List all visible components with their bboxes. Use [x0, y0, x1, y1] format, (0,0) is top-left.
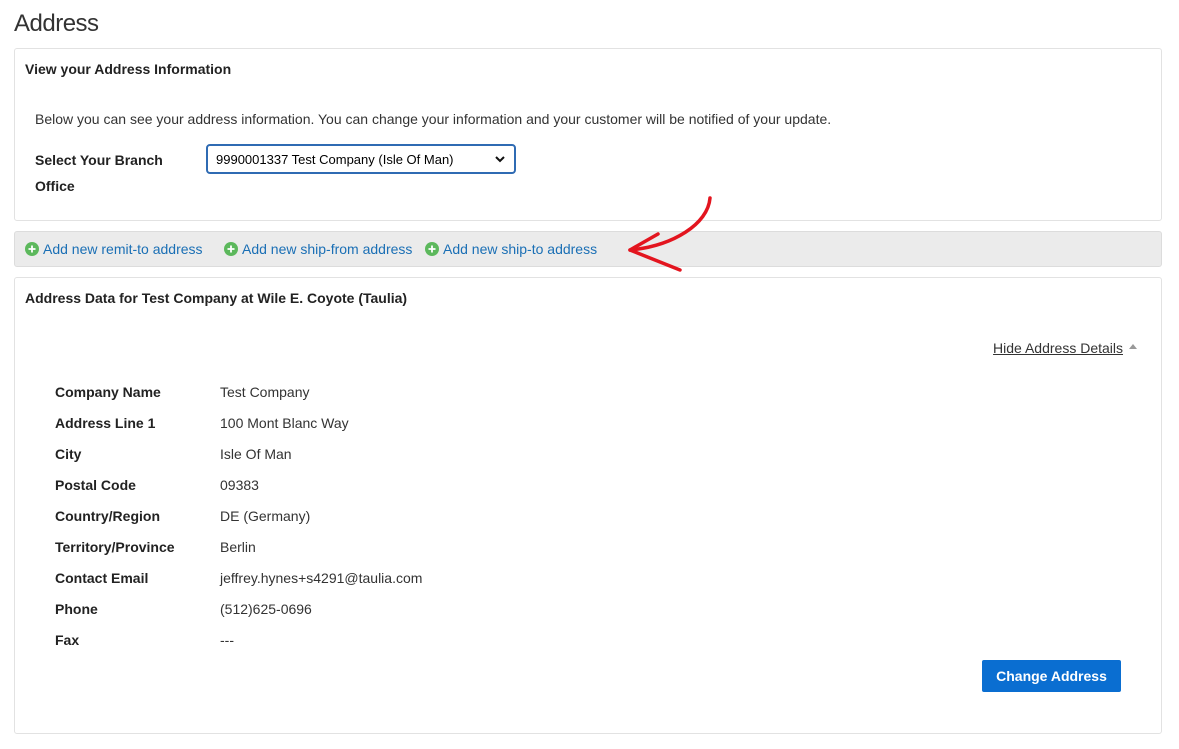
address-actions-bar: Add new remit-to address Add new ship-fr… — [14, 231, 1162, 267]
detail-label: Phone — [55, 601, 98, 617]
detail-row-postal-code: Postal Code 09383 — [55, 477, 422, 508]
branch-office-label: Select Your Branch Office — [35, 152, 163, 194]
detail-label: Company Name — [55, 384, 161, 400]
detail-row-address-line-1: Address Line 1 100 Mont Blanc Way — [55, 415, 422, 446]
detail-value: --- — [220, 632, 234, 648]
detail-value: Berlin — [220, 539, 256, 555]
branch-office-selected-value: 9990001337 Test Company (Isle Of Man) — [216, 151, 454, 167]
detail-row-contact-email: Contact Email jeffrey.hynes+s4291@taulia… — [55, 570, 422, 601]
detail-label: Postal Code — [55, 477, 136, 493]
change-address-button[interactable]: Change Address — [982, 660, 1121, 692]
detail-value: DE (Germany) — [220, 508, 311, 524]
add-remit-to-address-label: Add new remit-to address — [43, 241, 203, 257]
detail-row-territory-province: Territory/Province Berlin — [55, 539, 422, 570]
add-remit-to-address-link[interactable]: Add new remit-to address — [25, 241, 203, 257]
address-data-panel: Address Data for Test Company at Wile E.… — [14, 277, 1162, 734]
detail-label: Fax — [55, 632, 80, 648]
hide-address-details-label: Hide Address Details — [993, 340, 1123, 356]
chevron-down-icon — [495, 156, 505, 163]
detail-value: jeffrey.hynes+s4291@taulia.com — [220, 570, 423, 586]
add-ship-to-address-link[interactable]: Add new ship-to address — [425, 241, 597, 257]
plus-circle-icon — [425, 242, 439, 256]
detail-value: 09383 — [220, 477, 259, 493]
detail-row-city: City Isle Of Man — [55, 446, 422, 477]
detail-label: Territory/Province — [55, 539, 175, 555]
caret-up-icon — [1129, 343, 1137, 349]
detail-row-fax: Fax --- — [55, 632, 422, 663]
address-details-list: Company Name Test Company Address Line 1… — [55, 384, 422, 663]
branch-office-select[interactable]: 9990001337 Test Company (Isle Of Man) — [206, 144, 516, 174]
plus-circle-icon — [25, 242, 39, 256]
page-title: Address — [14, 10, 99, 37]
detail-label: Address Line 1 — [55, 415, 156, 431]
detail-label: City — [55, 446, 82, 462]
address-data-title: Address Data for Test Company at Wile E.… — [25, 290, 408, 306]
plus-circle-icon — [224, 242, 238, 256]
detail-row-country-region: Country/Region DE (Germany) — [55, 508, 422, 539]
red-arrow-annotation-icon — [628, 196, 712, 272]
info-panel-title: View your Address Information — [25, 61, 232, 77]
add-ship-from-address-link[interactable]: Add new ship-from address — [224, 241, 412, 257]
detail-row-phone: Phone (512)625-0696 — [55, 601, 422, 632]
add-ship-from-address-label: Add new ship-from address — [242, 241, 413, 257]
detail-label: Contact Email — [55, 570, 149, 586]
detail-value: 100 Mont Blanc Way — [220, 415, 349, 431]
add-ship-to-address-label: Add new ship-to address — [443, 241, 598, 257]
detail-value: Test Company — [220, 384, 310, 400]
detail-row-company-name: Company Name Test Company — [55, 384, 422, 415]
detail-label: Country/Region — [55, 508, 160, 524]
detail-value: (512)625-0696 — [220, 601, 312, 617]
hide-address-details-toggle[interactable]: Hide Address Details — [993, 340, 1137, 356]
address-info-panel: View your Address Information Below you … — [14, 48, 1162, 221]
intro-text: Below you can see your address informati… — [35, 111, 832, 127]
detail-value: Isle Of Man — [220, 446, 292, 462]
